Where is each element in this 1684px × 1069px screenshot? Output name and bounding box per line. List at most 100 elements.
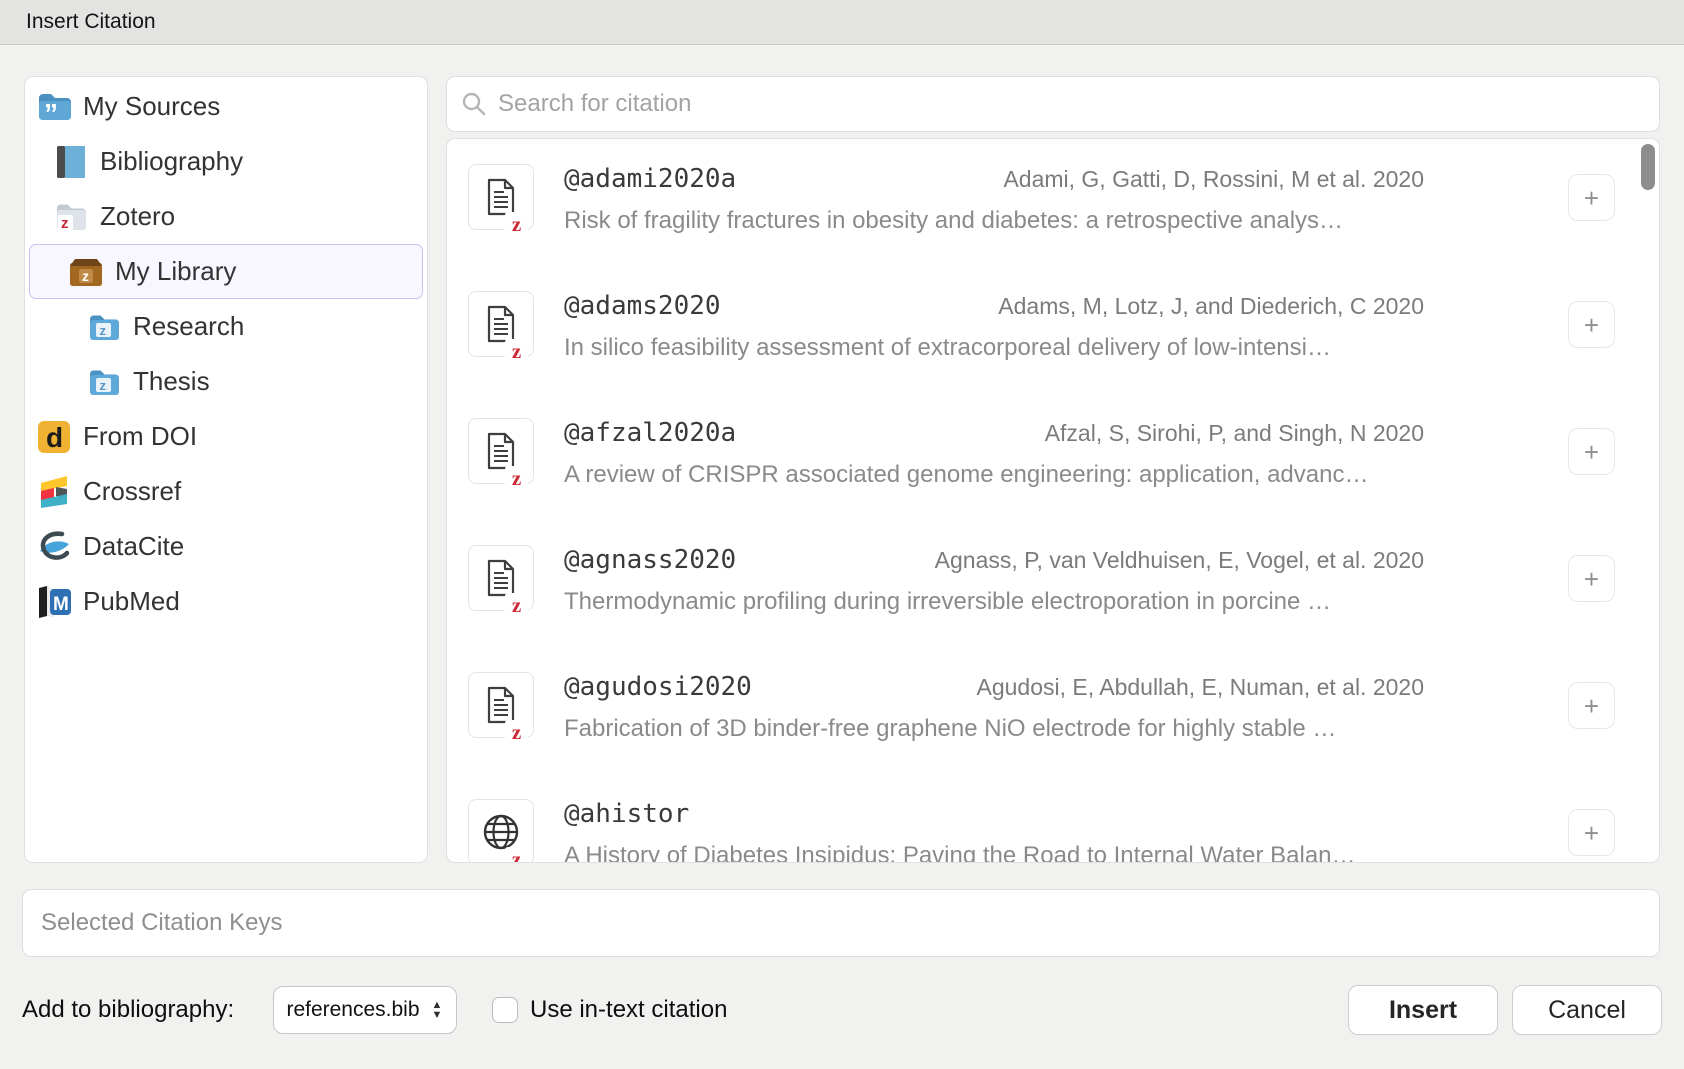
- sidebar-item-label: Bibliography: [100, 146, 243, 177]
- add-citation-button[interactable]: +: [1568, 301, 1615, 348]
- bibliography-file-value: references.bib: [274, 998, 426, 1022]
- citation-title: Thermodynamic profiling during irreversi…: [564, 586, 1424, 618]
- entry-type-icon-box: z: [468, 164, 534, 230]
- citation-authors: Agudosi, E, Abdullah, E, Numan, et al. 2…: [976, 674, 1424, 701]
- sidebar-item-label: PubMed: [83, 586, 180, 617]
- select-stepper-arrows-icon: ▲▼: [426, 1000, 448, 1020]
- citation-key: @agnass2020: [564, 545, 736, 575]
- cancel-button[interactable]: Cancel: [1512, 985, 1662, 1035]
- sidebar-item-datacite[interactable]: DataCite: [29, 519, 423, 574]
- scrollbar-thumb[interactable]: [1641, 144, 1655, 190]
- add-citation-button[interactable]: +: [1568, 428, 1615, 475]
- svg-text:z: z: [82, 268, 89, 284]
- search-input[interactable]: [496, 89, 1649, 119]
- insert-citation-dialog: Insert Citation ” My Sources Bibliograph…: [0, 0, 1684, 1069]
- dialog-titlebar: Insert Citation: [0, 0, 1684, 45]
- svg-text:z: z: [100, 378, 107, 393]
- sidebar-item-label: My Library: [115, 256, 236, 287]
- search-icon: [461, 91, 487, 117]
- svg-text:d: d: [46, 422, 63, 453]
- sidebar-item-label: Research: [133, 311, 244, 342]
- citation-text: @agudosi2020 Agudosi, E, Abdullah, E, Nu…: [564, 672, 1424, 745]
- document-icon: [486, 686, 516, 724]
- citation-title: In silico feasibility assessment of extr…: [564, 332, 1424, 364]
- selected-citation-keys-input[interactable]: [39, 908, 1643, 938]
- sidebar-item-research[interactable]: z Research: [29, 299, 423, 354]
- document-icon: [486, 305, 516, 343]
- citation-row[interactable]: z @agudosi2020 Agudosi, E, Abdullah, E, …: [447, 672, 1659, 768]
- document-icon: [486, 559, 516, 597]
- sidebar-item-label: Thesis: [133, 366, 210, 397]
- sidebar-item-zotero[interactable]: z Zotero: [29, 189, 423, 244]
- svg-text:”: ”: [44, 98, 58, 122]
- quotes-folder-icon: ”: [36, 89, 72, 125]
- citation-text: @afzal2020a Afzal, S, Sirohi, P, and Sin…: [564, 418, 1424, 491]
- zotero-badge-icon: z: [505, 339, 528, 363]
- citation-search-box: [446, 76, 1660, 132]
- citation-key: @ahistor: [564, 799, 689, 829]
- citation-text: @adami2020a Adami, G, Gatti, D, Rossini,…: [564, 164, 1424, 237]
- citation-key: @afzal2020a: [564, 418, 736, 448]
- citation-results-list: z @adami2020a Adami, G, Gatti, D, Rossin…: [446, 138, 1660, 863]
- book-icon: [53, 144, 89, 180]
- citation-title: A review of CRISPR associated genome eng…: [564, 459, 1424, 491]
- document-icon: [486, 178, 516, 216]
- entry-type-icon-box: z: [468, 418, 534, 484]
- sidebar-item-label: Zotero: [100, 201, 175, 232]
- svg-text:M: M: [53, 594, 69, 615]
- use-intext-citation-checkbox[interactable]: [492, 997, 518, 1023]
- doi-icon: d: [36, 419, 72, 455]
- dialog-title: Insert Citation: [26, 10, 156, 34]
- citation-key: @agudosi2020: [564, 672, 752, 702]
- citation-title: A History of Diabetes Insipidus: Paving …: [564, 840, 1424, 863]
- citation-key: @adams2020: [564, 291, 721, 321]
- crossref-icon: [36, 474, 72, 510]
- citation-authors: Adams, M, Lotz, J, and Diederich, C 2020: [998, 293, 1424, 320]
- sidebar-item-crossref[interactable]: Crossref: [29, 464, 423, 519]
- citation-title: Risk of fragility fractures in obesity a…: [564, 205, 1424, 237]
- collection-folder-icon: z: [86, 364, 122, 400]
- zotero-badge-icon: z: [505, 847, 528, 863]
- collection-folder-icon: z: [86, 309, 122, 345]
- zotero-badge-icon: z: [505, 466, 528, 490]
- zotero-badge-icon: z: [505, 593, 528, 617]
- svg-text:z: z: [61, 215, 69, 232]
- svg-text:z: z: [100, 323, 107, 338]
- zotero-badge-icon: z: [505, 212, 528, 236]
- add-citation-button[interactable]: +: [1568, 682, 1615, 729]
- sidebar-item-from-doi[interactable]: d From DOI: [29, 409, 423, 464]
- sidebar-item-label: DataCite: [83, 531, 184, 562]
- sidebar-item-label: From DOI: [83, 421, 197, 452]
- entry-type-icon-box: z: [468, 545, 534, 611]
- citation-title: Fabrication of 3D binder-free graphene N…: [564, 713, 1424, 745]
- citation-text: @ahistor A History of Diabetes Insipidus…: [564, 799, 1424, 863]
- sidebar-item-my-library[interactable]: z My Library: [29, 244, 423, 299]
- citation-text: @adams2020 Adams, M, Lotz, J, and Dieder…: [564, 291, 1424, 364]
- sidebar-item-pubmed[interactable]: M PubMed: [29, 574, 423, 629]
- sidebar-item-bibliography[interactable]: Bibliography: [29, 134, 423, 189]
- sidebar-item-my-sources[interactable]: ” My Sources: [29, 79, 423, 134]
- citation-authors: Afzal, S, Sirohi, P, and Singh, N 2020: [1045, 420, 1424, 447]
- insert-button[interactable]: Insert: [1348, 985, 1498, 1035]
- citation-row[interactable]: z @adami2020a Adami, G, Gatti, D, Rossin…: [447, 164, 1659, 260]
- citation-row[interactable]: z @adams2020 Adams, M, Lotz, J, and Died…: [447, 291, 1659, 387]
- citation-authors: Adami, G, Gatti, D, Rossini, M et al. 20…: [1003, 166, 1424, 193]
- sidebar-item-label: My Sources: [83, 91, 220, 122]
- pubmed-icon: M: [36, 584, 72, 620]
- zotero-badge-icon: z: [505, 720, 528, 744]
- citation-text: @agnass2020 Agnass, P, van Veldhuisen, E…: [564, 545, 1424, 618]
- citation-row[interactable]: z @ahistor A History of Diabetes Insipid…: [447, 799, 1659, 863]
- sidebar-item-label: Crossref: [83, 476, 181, 507]
- sources-sidebar: ” My Sources Bibliography z: [24, 76, 428, 863]
- citation-row[interactable]: z @agnass2020 Agnass, P, van Veldhuisen,…: [447, 545, 1659, 641]
- zotero-folder-icon: z: [53, 199, 89, 235]
- add-citation-button[interactable]: +: [1568, 174, 1615, 221]
- add-to-bibliography-label: Add to bibliography:: [22, 985, 234, 1035]
- citation-key: @adami2020a: [564, 164, 736, 194]
- entry-type-icon-box: z: [468, 672, 534, 738]
- add-citation-button[interactable]: +: [1568, 555, 1615, 602]
- add-citation-button[interactable]: +: [1568, 809, 1615, 856]
- citation-row[interactable]: z @afzal2020a Afzal, S, Sirohi, P, and S…: [447, 418, 1659, 514]
- bibliography-file-select[interactable]: references.bib ▲▼: [273, 986, 457, 1034]
- sidebar-item-thesis[interactable]: z Thesis: [29, 354, 423, 409]
